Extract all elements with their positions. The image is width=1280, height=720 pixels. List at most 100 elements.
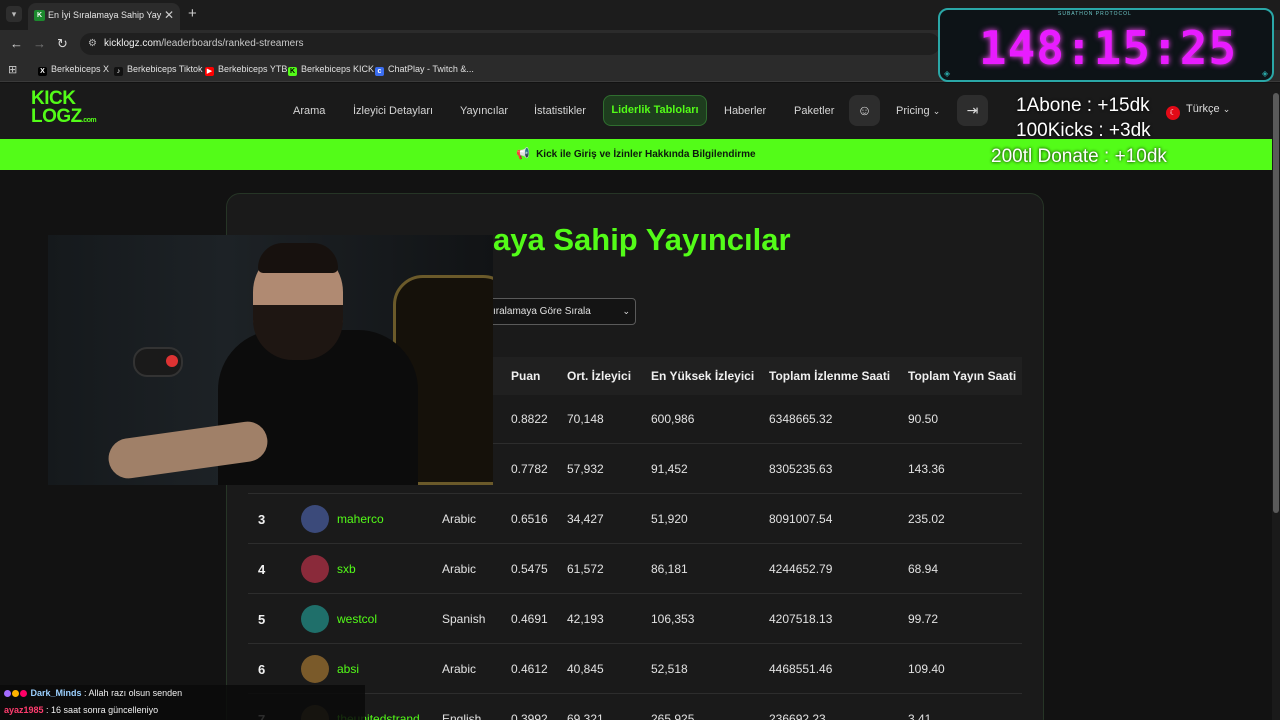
corner-ornament-icon: ◈ <box>944 69 951 78</box>
apps-grid-icon[interactable]: ⊞ <box>8 63 17 76</box>
col-avg-viewers[interactable]: Ort. İzleyici <box>567 369 631 383</box>
subathon-rule-sub: 1Abone : +15dk <box>1016 95 1150 116</box>
site-info-icon[interactable]: ⚙ <box>88 38 97 49</box>
tab-search-icon[interactable]: ▾ <box>6 6 22 22</box>
avg-viewers-cell: 42,193 <box>567 612 604 626</box>
chat-text: : Allah razı olsun senden <box>81 688 183 698</box>
table-row[interactable]: 4 sxb Arabic 0.5475 61,572 86,181 4244652.79 68… <box>248 544 1022 594</box>
watch-hours-cell: 8091007.54 <box>769 512 833 526</box>
announcement-text: Kick ile Giriş ve İzinler Hakkında Bilgi… <box>536 149 756 160</box>
reload-icon[interactable]: ↻ <box>57 36 68 52</box>
timer-value: 148:15:25 <box>978 21 1238 75</box>
bookmark-chatplay[interactable]: c ChatPlay - Twitch &... <box>375 64 474 76</box>
sort-select[interactable]: ıralamaya Göre Sırala ⌄ <box>484 298 636 325</box>
chevron-down-icon: ⌄ <box>1222 104 1231 114</box>
streamer-avatar[interactable] <box>301 505 329 533</box>
streamer-name-link[interactable]: absi <box>337 662 359 676</box>
nav-packages[interactable]: Paketler <box>794 105 834 117</box>
stream-hours-cell: 68.94 <box>908 562 939 576</box>
table-row[interactable]: 3 maherco Arabic 0.6516 34,427 51,920 8091007.… <box>248 494 1022 544</box>
browser-tab-active[interactable]: K En İyi Sıralamaya Sahip Yayıncıla ✕ <box>28 3 180 30</box>
new-tab-icon[interactable]: + <box>188 5 197 22</box>
watch-hours-cell: 4244652.79 <box>769 562 833 576</box>
bookmark-label: ChatPlay - Twitch &... <box>388 64 474 74</box>
chat-username: ayaz1985 <box>4 705 44 715</box>
stream-hours-cell: 90.50 <box>908 412 939 426</box>
watch-hours-cell: 4468551.46 <box>769 662 833 676</box>
nav-news[interactable]: Haberler <box>724 105 766 117</box>
tab-title: En İyi Sıralamaya Sahip Yayıncıla <box>48 10 162 20</box>
url-domain: kicklogz.com <box>104 38 162 49</box>
youtube-icon: ▶ <box>205 67 214 76</box>
avg-viewers-cell: 70,148 <box>567 412 604 426</box>
streamer-name-link[interactable]: sxb <box>337 562 356 576</box>
stream-hours-cell: 143.36 <box>908 462 945 476</box>
peak-viewers-cell: 265,925 <box>651 712 695 720</box>
nav-pricing[interactable]: Pricing ⌄ <box>896 105 940 117</box>
bookmark-berkebiceps-tiktok[interactable]: ♪ Berkebiceps Tiktok <box>114 64 203 76</box>
streamer-avatar[interactable] <box>301 605 329 633</box>
megaphone-icon: 📢 <box>516 148 531 160</box>
stream-hours-cell: 99.72 <box>908 612 939 626</box>
score-cell: 0.7782 <box>511 462 548 476</box>
chat-message: ayaz1985 : 16 saat sonra güncelleniyo <box>4 705 158 715</box>
peak-viewers-cell: 51,920 <box>651 512 688 526</box>
avg-viewers-cell: 57,932 <box>567 462 604 476</box>
col-peak-viewers[interactable]: En Yüksek İzleyici <box>651 369 754 383</box>
x-icon: X <box>38 67 47 76</box>
nav-leaderboards[interactable]: Liderlik Tabloları <box>603 95 707 126</box>
badge-icon <box>4 690 11 697</box>
login-icon[interactable]: ⇥ <box>957 95 988 126</box>
nav-statistics[interactable]: İstatistikler <box>534 105 586 117</box>
streamer-avatar[interactable] <box>301 555 329 583</box>
rank-cell: 4 <box>258 562 266 577</box>
rank-cell: 6 <box>258 662 266 677</box>
chevron-down-icon: ⌄ <box>932 106 941 116</box>
col-total-watch-hours[interactable]: Toplam İzlenme Saati <box>769 369 890 383</box>
watch-hours-cell: 6348665.32 <box>769 412 833 426</box>
nav-viewer-details[interactable]: İzleyici Detayları <box>353 105 433 117</box>
bookmark-berkebiceps-x[interactable]: X Berkebiceps X <box>38 64 109 76</box>
col-total-stream-hours[interactable]: Toplam Yayın Saati <box>908 369 1016 383</box>
language-label: Türkçe <box>1186 103 1220 115</box>
url-path: /leaderboards/ranked-streamers <box>161 38 304 49</box>
language-cell: Arabic <box>442 562 477 576</box>
nav-streamers[interactable]: Yayıncılar <box>460 105 508 117</box>
col-score[interactable]: Puan <box>511 369 540 383</box>
streamer-avatar[interactable] <box>301 655 329 683</box>
chevron-down-icon: ⌄ <box>622 306 630 316</box>
score-cell: 0.4691 <box>511 612 548 626</box>
streamer-name-link[interactable]: maherco <box>337 512 384 526</box>
back-arrow-icon[interactable]: ← <box>10 36 23 51</box>
badge-icon <box>20 690 27 697</box>
url-text: kicklogz.com/leaderboards/ranked-streame… <box>104 38 304 49</box>
avg-viewers-cell: 61,572 <box>567 562 604 576</box>
forward-arrow-icon[interactable]: → <box>33 36 46 51</box>
sort-select-value: ıralamaya Göre Sırala <box>493 306 591 317</box>
streamer-name-link[interactable]: westcol <box>337 612 377 626</box>
scrollbar-thumb[interactable] <box>1273 93 1279 513</box>
discord-icon[interactable]: ☺ <box>849 95 880 126</box>
subathon-rule-donate: 200tl Donate : +10dk <box>991 146 1167 167</box>
chat-overlay: Dark_Minds : Allah razı olsun senden aya… <box>0 685 365 720</box>
badge-icon <box>12 690 19 697</box>
turkey-flag-icon: ☾ <box>1166 106 1180 120</box>
language-cell: Spanish <box>442 612 486 626</box>
chat-text: : 16 saat sonra güncelleniyo <box>43 705 159 715</box>
logo-suffix: .com <box>81 117 97 125</box>
logo-line2: LOGZ <box>31 106 82 128</box>
watch-hours-cell: 236692.23 <box>769 712 826 720</box>
address-bar[interactable]: ⚙ kicklogz.com/leaderboards/ranked-strea… <box>80 33 940 55</box>
page-scrollbar[interactable] <box>1272 83 1280 720</box>
score-cell: 0.4612 <box>511 662 548 676</box>
tab-close-icon[interactable]: ✕ <box>164 8 174 22</box>
table-row[interactable]: 5 westcol Spanish 0.4691 42,193 106,353 420751… <box>248 594 1022 644</box>
nav-pricing-label: Pricing <box>896 105 930 117</box>
nav-search[interactable]: Arama <box>293 105 325 117</box>
chat-message: Dark_Minds : Allah razı olsun senden <box>4 688 182 698</box>
bookmark-label: Berkebiceps YTB <box>218 64 288 74</box>
bookmark-berkebiceps-kick[interactable]: K Berkebiceps KICK <box>288 64 374 76</box>
language-selector[interactable]: ☾ Türkçe ⌄ <box>1166 103 1230 120</box>
bookmark-berkebiceps-ytb[interactable]: ▶ Berkebiceps YTB <box>205 64 287 76</box>
kicklogz-logo[interactable]: KICK LOGZ.com <box>31 89 101 128</box>
